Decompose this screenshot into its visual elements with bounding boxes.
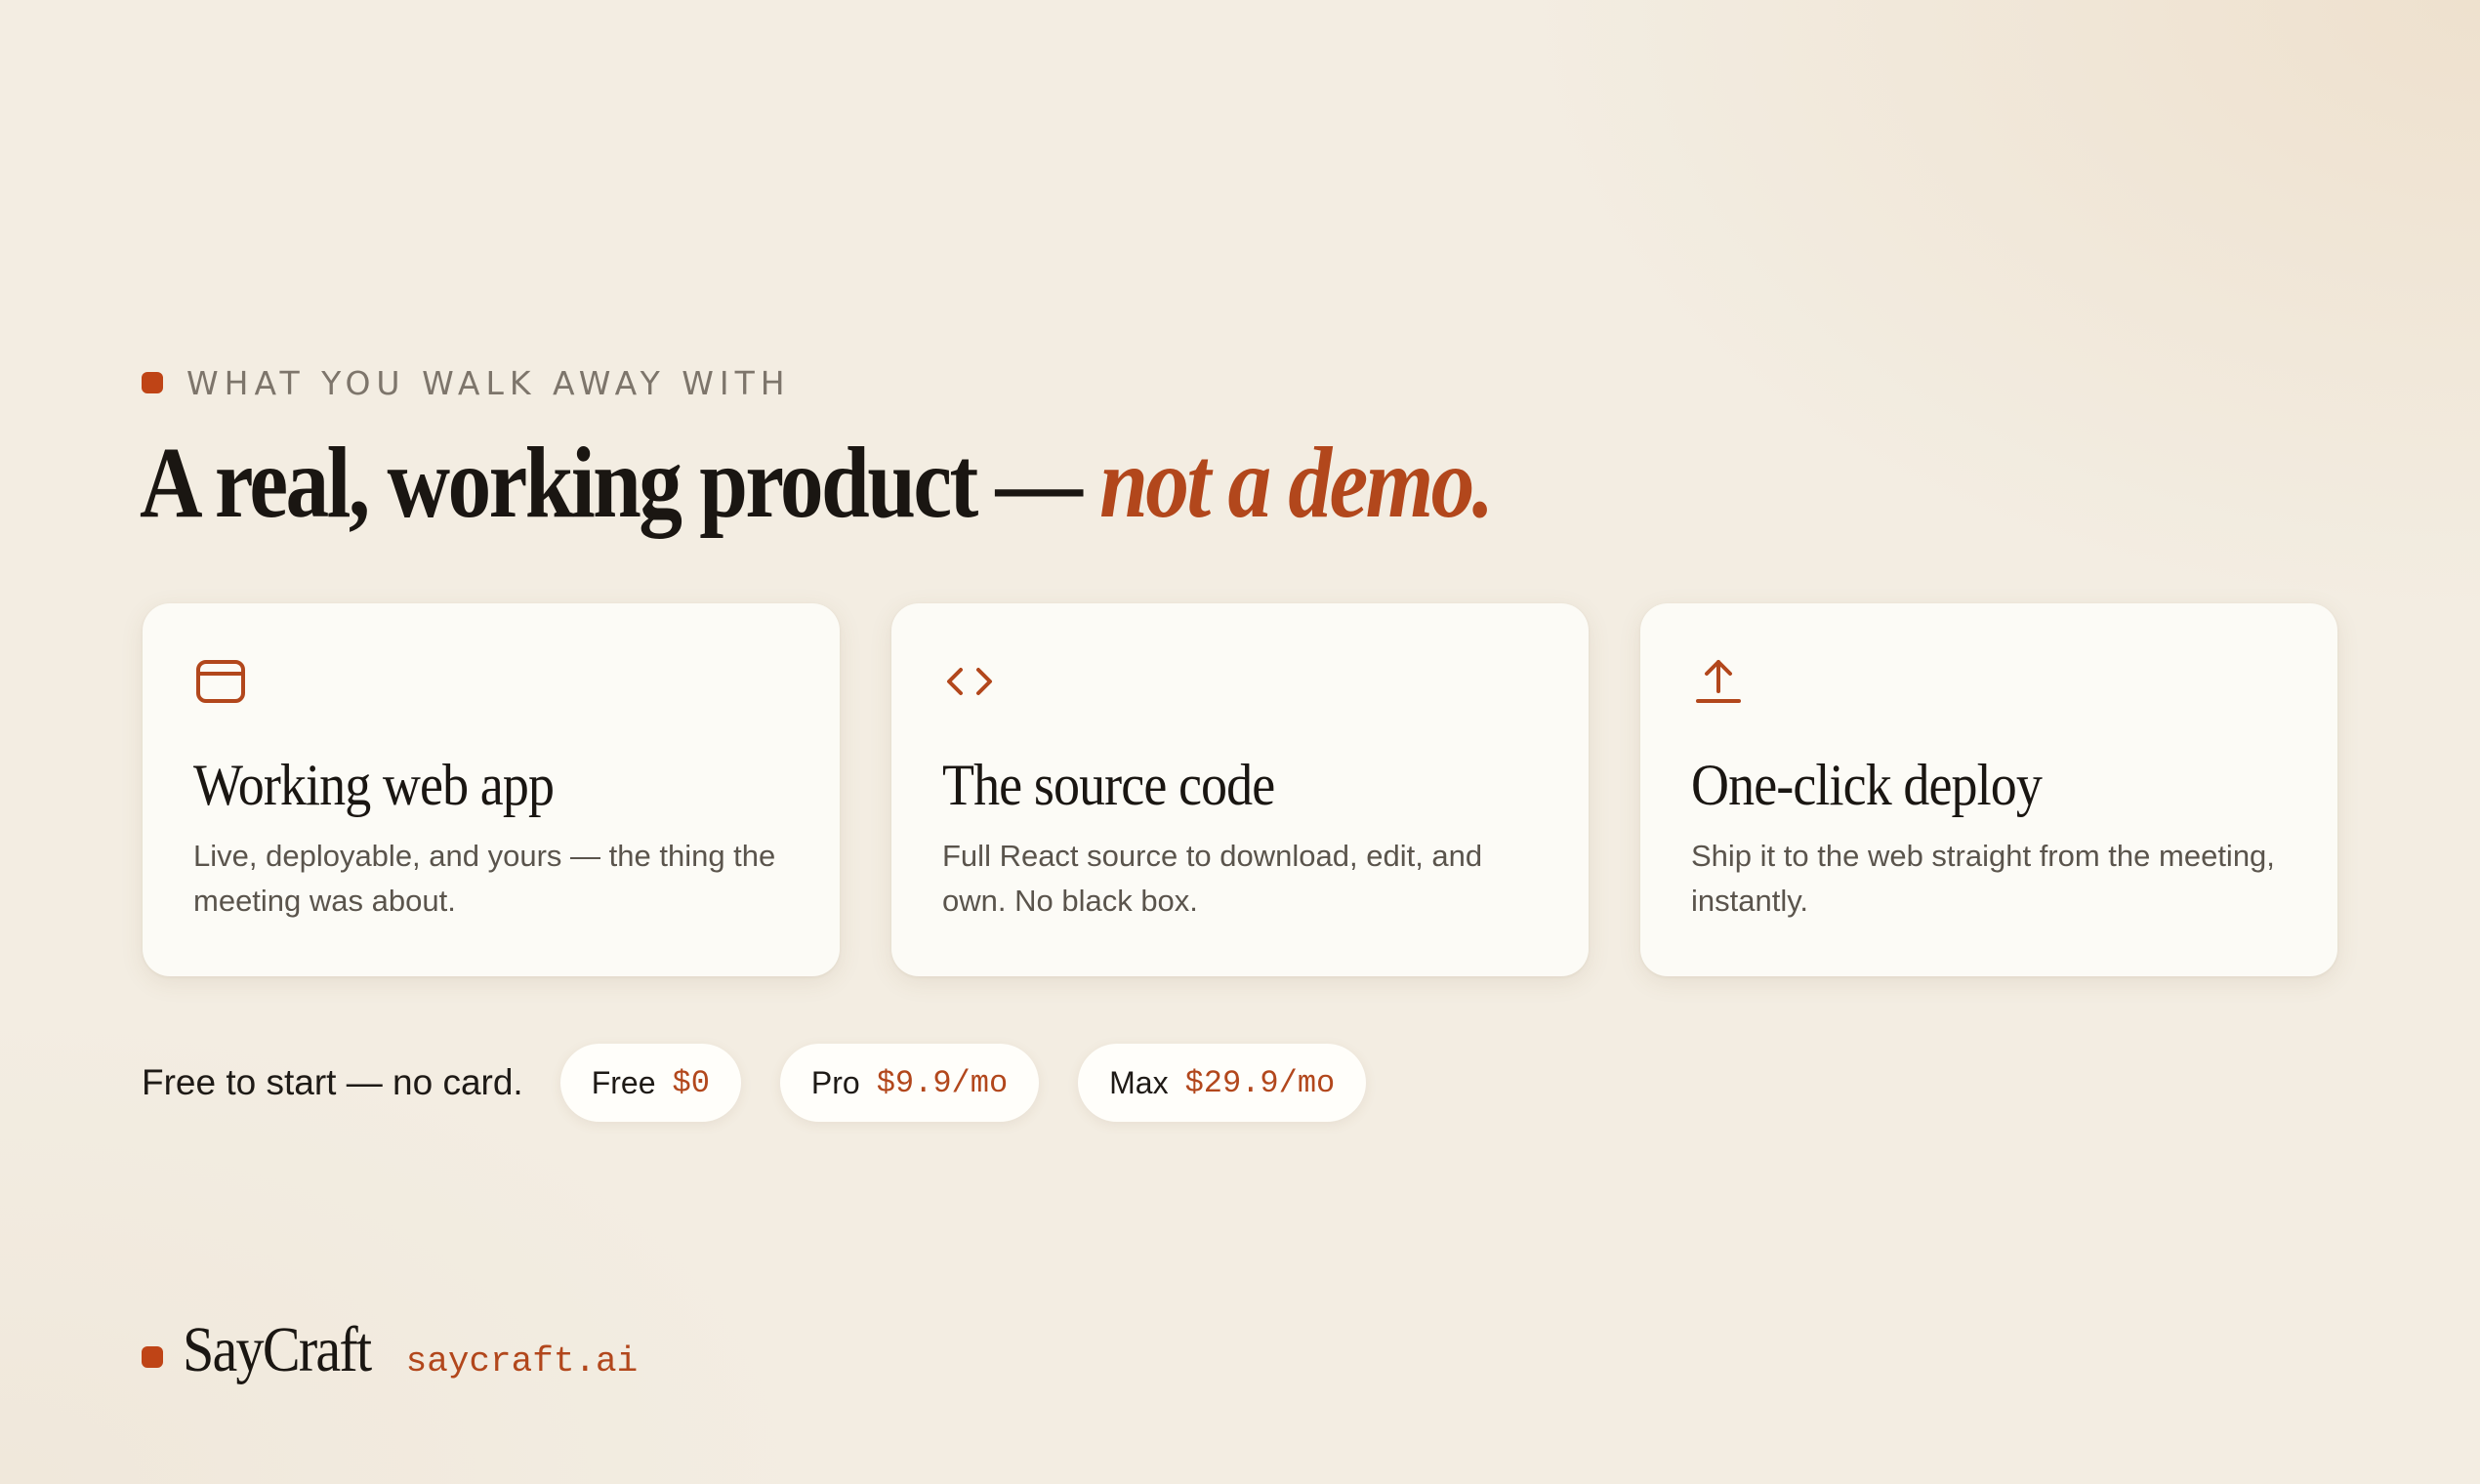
headline-accent: not a demo. <box>1099 427 1494 539</box>
plan-price: $9.9/mo <box>876 1064 1009 1101</box>
section-eyebrow: WHAT YOU WALK AWAY WITH <box>142 363 791 402</box>
upload-arrow-icon <box>1691 654 1746 709</box>
brand-domain-link[interactable]: saycraft.ai <box>406 1341 639 1381</box>
card-description: Full React source to download, edit, and… <box>942 839 1483 918</box>
card-description: Live, deployable, and yours — the thing … <box>193 839 776 918</box>
card-title: The source code <box>942 753 1275 817</box>
brand-dot-icon <box>142 1346 163 1368</box>
plan-pill-max[interactable]: Max $29.9/mo <box>1078 1044 1367 1122</box>
pricing-row: Free to start — no card. Free $0 Pro $9.… <box>142 1043 1405 1123</box>
plan-price: $0 <box>672 1064 710 1101</box>
feature-card-web-app: Working web app Live, deployable, and yo… <box>143 603 840 976</box>
brand-name: SayCraft <box>183 1314 372 1385</box>
plan-name: Free <box>591 1064 656 1100</box>
card-description: Ship it to the web straight from the mee… <box>1691 839 2275 918</box>
feature-card-source-code: The source code Full React source to dow… <box>891 603 1589 976</box>
feature-card-deploy: One-click deploy Ship it to the web stra… <box>1640 603 2337 976</box>
page: WHAT YOU WALK AWAY WITH A real, working … <box>0 0 2480 1484</box>
plan-name: Pro <box>810 1064 860 1100</box>
plan-pill-free[interactable]: Free $0 <box>559 1044 741 1122</box>
plan-name: Max <box>1109 1064 1169 1100</box>
eyebrow-text: WHAT YOU WALK AWAY WITH <box>186 363 791 402</box>
card-title: One-click deploy <box>1691 753 2043 817</box>
plan-pill-pro[interactable]: Pro $9.9/mo <box>779 1044 1040 1122</box>
pricing-label: Free to start — no card. <box>142 1062 523 1102</box>
accent-dot-icon <box>142 372 163 393</box>
headline-main: A real, working product — <box>140 427 1100 539</box>
page-headline: A real, working product — not a demo. <box>140 420 1494 547</box>
card-title: Working web app <box>193 753 555 817</box>
footer-brand: SayCraft saycraft.ai <box>142 1313 638 1401</box>
browser-window-icon <box>193 654 248 709</box>
plan-price: $29.9/mo <box>1184 1064 1336 1101</box>
feature-cards: Working web app Live, deployable, and yo… <box>143 603 2337 976</box>
code-brackets-icon <box>942 654 997 709</box>
